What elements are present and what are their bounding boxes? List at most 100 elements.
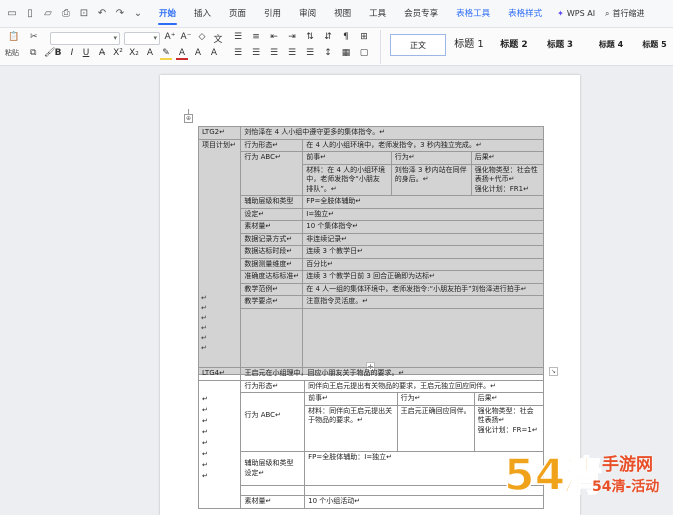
char-shading-icon[interactable]: A: [208, 48, 220, 58]
goal-id-cell[interactable]: LTG2↵: [197, 126, 242, 140]
mastery-period-value[interactable]: 连续 3 个教学日↵: [302, 245, 544, 259]
tab-page[interactable]: 页面: [220, 0, 255, 28]
record-method-label[interactable]: 数据记录方式↵: [240, 232, 304, 246]
consequence-header[interactable]: 后果↵: [473, 393, 543, 406]
sort-icon[interactable]: ⇵: [322, 32, 334, 42]
print-icon[interactable]: ⎙: [60, 8, 72, 19]
clear-format-icon[interactable]: ◇: [196, 32, 208, 42]
tab-tools[interactable]: 工具: [360, 0, 395, 28]
search-box[interactable]: ⌕ 首行缩进: [601, 8, 644, 19]
tab-references[interactable]: 引用: [255, 0, 290, 28]
material-count-label[interactable]: 素材量↵: [240, 220, 304, 234]
style-heading-4[interactable]: 标题 4: [588, 34, 634, 56]
empty-cell[interactable]: [240, 307, 304, 375]
highlight-icon[interactable]: ✎: [160, 48, 172, 60]
tab-insert[interactable]: 插入: [185, 0, 220, 28]
font-color-icon[interactable]: A: [176, 48, 188, 60]
mastery-period-label[interactable]: 数据达标时段↵: [240, 245, 304, 259]
teaching-points-label[interactable]: 教学要点↵: [240, 295, 304, 309]
bold-icon[interactable]: B: [52, 48, 64, 58]
behavior-abc-label[interactable]: 行为 ABC↵: [240, 392, 306, 452]
behavior-form-value[interactable]: 在 4 人的小组环境中，老师发指令，3 秒内独立完成。↵: [302, 138, 544, 152]
decrease-indent-icon[interactable]: ⇤: [268, 32, 280, 42]
prompt-level-value[interactable]: FP=全肢体辅助↵: [302, 195, 544, 209]
chinese-layout-icon[interactable]: ⊞: [358, 32, 370, 42]
tab-review[interactable]: 审阅: [290, 0, 325, 28]
tab-member[interactable]: 会员专享: [395, 0, 447, 28]
style-heading-2[interactable]: 标题 2: [492, 34, 536, 56]
increase-indent-icon[interactable]: ⇥: [286, 32, 298, 42]
consequence-value[interactable]: 强化物类型：社会性 表扬+代币↵ 强化计划：FR1↵: [470, 163, 543, 195]
teaching-example-value[interactable]: 在 4 人一组的集体环境中，老师发指令:“小朋友拍手”刘怡泽进行拍手↵: [302, 282, 544, 296]
open-icon[interactable]: ▱: [42, 8, 54, 19]
accuracy-criteria-value[interactable]: 连续 3 个教学日前 3 回合正确即为达标↵: [302, 270, 544, 284]
tab-home[interactable]: 开始: [150, 0, 185, 28]
font-size-combo[interactable]: ▾: [124, 32, 160, 45]
text-direction-icon[interactable]: ⇅: [304, 32, 316, 42]
tab-table-tools[interactable]: 表格工具: [447, 0, 499, 28]
font-name-combo[interactable]: ▾: [50, 32, 120, 45]
distribute-icon[interactable]: ☰: [304, 48, 316, 58]
show-marks-icon[interactable]: ¶: [340, 32, 352, 42]
setting-value[interactable]: I=独立↵: [302, 207, 544, 221]
paste-icon[interactable]: 📋: [8, 32, 19, 42]
italic-icon[interactable]: I: [66, 48, 78, 58]
char-border-icon[interactable]: A: [192, 48, 204, 58]
behavior-form-value[interactable]: 同伴向王启元提出有关物品的要求，王启元独立回应同伴。↵: [304, 379, 544, 393]
print-preview-icon[interactable]: ⊡: [78, 8, 90, 19]
align-center-icon[interactable]: ☰: [250, 48, 262, 58]
project-plan-cell[interactable]: ↵ ↵ ↵ ↵ ↵ ↵ ↵ ↵: [197, 379, 242, 509]
goal-id-cell[interactable]: LTG4↵: [197, 367, 242, 381]
underline-icon[interactable]: U: [80, 48, 92, 58]
strikethrough-icon[interactable]: A̶: [96, 48, 108, 58]
wps-ai-button[interactable]: ✦ WPS AI: [551, 9, 601, 18]
table-ltg4[interactable]: LTG4↵ 王启元在小组理中，回应小朋友关于物品的要求。↵ ↵ ↵ ↵ ↵ ↵ …: [197, 367, 544, 509]
cut-icon[interactable]: ✂: [30, 32, 38, 42]
save-icon[interactable]: ▭: [6, 8, 18, 19]
shading-icon[interactable]: ▦: [340, 48, 352, 58]
teaching-points-value[interactable]: 注意指令灵活度。↵: [302, 295, 544, 309]
prompt-level-label[interactable]: 辅助层级和类型: [240, 195, 304, 209]
subscript-icon[interactable]: X₂: [128, 48, 140, 58]
behavior-form-label[interactable]: 行为形态↵: [240, 379, 306, 393]
undo-history-icon[interactable]: ▯: [24, 8, 36, 19]
behavior-header[interactable]: 行为↵: [396, 393, 475, 406]
style-heading-3[interactable]: 标题 3: [536, 34, 584, 56]
style-normal[interactable]: 正文: [390, 34, 446, 56]
tab-view[interactable]: 视图: [325, 0, 360, 28]
consequence-header[interactable]: 后果↵: [470, 152, 543, 165]
decrease-font-icon[interactable]: A⁻: [180, 32, 192, 42]
antecedent-header[interactable]: 前事↵: [305, 393, 398, 406]
undo-icon[interactable]: ↶: [96, 8, 108, 19]
antecedent-value[interactable]: 材料：同伴向王启元提出关 于物品的要求。↵: [305, 404, 398, 451]
spacer-cell[interactable]: [240, 485, 306, 496]
superscript-icon[interactable]: X²: [112, 48, 124, 58]
table-resize-icon[interactable]: ↘: [549, 367, 558, 376]
tab-table-style[interactable]: 表格样式: [499, 0, 551, 28]
measure-dimension-value[interactable]: 百分比↵: [302, 257, 544, 271]
align-right-icon[interactable]: ☰: [268, 48, 280, 58]
style-heading-5[interactable]: 标题 5: [636, 34, 673, 56]
more-icon[interactable]: ⌄: [132, 8, 144, 19]
bullet-list-icon[interactable]: ☰: [232, 32, 244, 42]
paste-label[interactable]: 粘贴: [5, 48, 19, 58]
record-method-value[interactable]: 非连续记录↵: [302, 232, 544, 246]
numbered-list-icon[interactable]: ≡: [250, 32, 262, 42]
material-count-label[interactable]: 素材量↵: [240, 495, 306, 509]
table-ltg2[interactable]: LTG2↵ 刘怡泽在 4 人小组中遵守更多的集体指令。↵ 项目计划↵ 行为形态↵…: [197, 126, 544, 375]
increase-font-icon[interactable]: A⁺: [164, 32, 176, 42]
goal-text-cell[interactable]: 王启元在小组理中，回应小朋友关于物品的要求。↵: [240, 367, 544, 381]
teaching-example-label[interactable]: 教学范例↵: [240, 282, 304, 296]
text-effect-icon[interactable]: A: [144, 48, 156, 58]
antecedent-header[interactable]: 前事↵: [303, 152, 392, 165]
prompt-level-label[interactable]: 辅助层级和类型 设定↵: [240, 451, 306, 486]
behavior-value[interactable]: 王启元正确回应同伴。: [396, 404, 475, 451]
line-spacing-icon[interactable]: ↕: [322, 48, 334, 58]
behavior-form-label[interactable]: 行为形态↵: [240, 138, 304, 152]
material-count-value[interactable]: 10 个集体指令↵: [302, 220, 544, 234]
align-left-icon[interactable]: ☰: [232, 48, 244, 58]
style-heading-1[interactable]: 标题 1: [446, 34, 492, 56]
table-move-handle[interactable]: ⊕: [184, 114, 193, 123]
border-icon[interactable]: ▢: [358, 48, 370, 58]
phonetic-icon[interactable]: 文: [212, 32, 224, 45]
